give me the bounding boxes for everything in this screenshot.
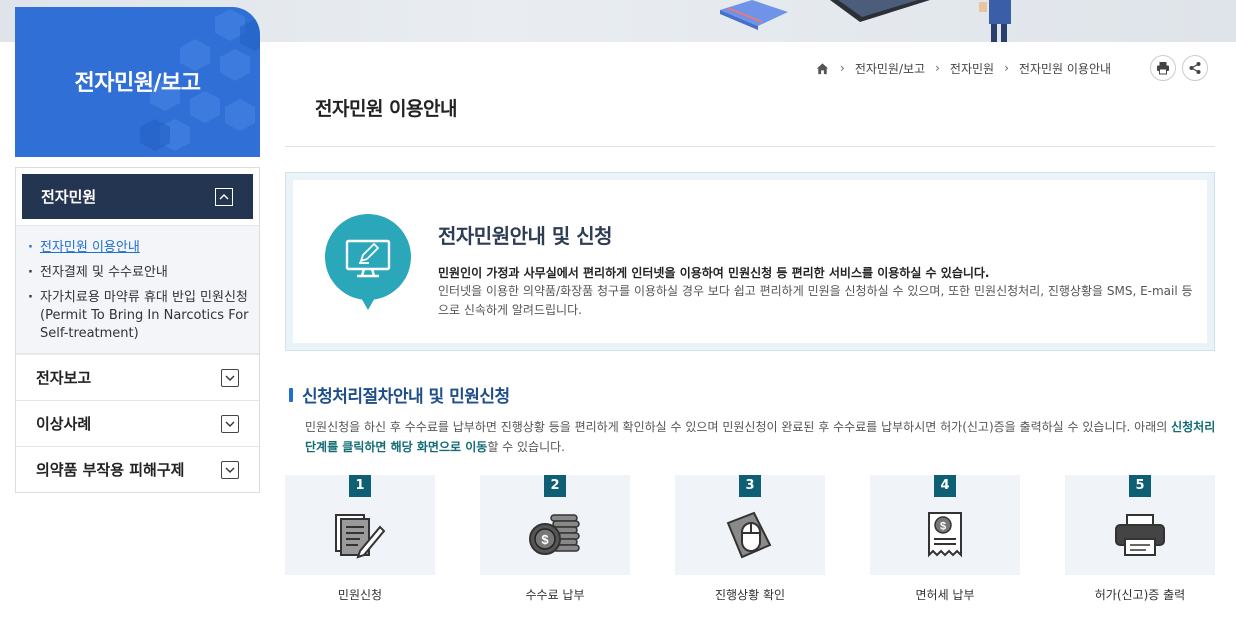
print-button[interactable]	[1150, 55, 1176, 81]
section-marker	[289, 387, 293, 402]
chevron-up-icon[interactable]	[215, 187, 233, 206]
step-fee-payment[interactable]: 2 $	[480, 475, 630, 575]
step-label[interactable]: 진행상황 확인	[675, 586, 825, 603]
title-divider	[285, 146, 1215, 147]
process-description-text: 민원신청을 하신 후 수수료를 납부하면 진행상황 등을 편리하게 확인하실 수…	[305, 420, 1172, 434]
chevron-down-icon[interactable]	[221, 368, 239, 387]
tablet-illustration-icon	[830, 0, 930, 22]
document-pen-icon	[335, 514, 386, 559]
home-icon[interactable]	[815, 61, 830, 76]
chevron-down-icon[interactable]	[221, 414, 239, 433]
sidebar-item-usage-guide[interactable]: 전자민원 이용안내	[26, 239, 255, 257]
person-illustration-icon	[979, 0, 1011, 42]
sidebar-sub-list: 전자민원 이용안내 전자결제 및 수수료안내 자가치료용 마약류 휴대 반입 민…	[16, 225, 259, 354]
svg-text:$: $	[940, 521, 946, 533]
chevron-right-icon: ›	[935, 61, 940, 75]
process-description-text-end: 할 수 있습니다.	[487, 440, 565, 454]
sidebar-item-payment-guide[interactable]: 전자결제 및 수수료안내	[26, 264, 255, 282]
sidebar-item-narcotics-permit[interactable]: 자가치료용 마약류 휴대 반입 민원신청(Permit To Bring In …	[26, 289, 255, 343]
step-number: 5	[1129, 475, 1151, 497]
step-number: 4	[934, 475, 956, 497]
intro-description: 인터넷을 이용한 의약품/화장품 청구를 이용하실 경우 보다 쉽고 편리하게 …	[438, 284, 1193, 317]
step-number: 3	[739, 475, 761, 497]
intro-lead-text: 민원인이 가정과 사무실에서 편리하게 인터넷을 이용하여 민원신청 등 편리한…	[438, 266, 990, 280]
process-description: 민원신청을 하신 후 수수료를 납부하면 진행상황 등을 편리하게 확인하실 수…	[305, 417, 1225, 457]
step-status-check[interactable]: 3	[675, 475, 825, 575]
sidebar-section-electronic-report[interactable]: 전자보고	[16, 354, 259, 400]
sidebar-title-box: 전자민원/보고	[15, 7, 260, 157]
step-license-tax[interactable]: 4 $	[870, 475, 1020, 575]
chevron-right-icon: ›	[1004, 61, 1009, 75]
sidebar-nav: 전자민원 전자민원 이용안내 전자결제 및 수수료안내 자가치료용 마약류 휴대…	[15, 167, 260, 493]
coins-icon: $	[529, 514, 580, 555]
step-label[interactable]: 민원신청	[285, 586, 435, 603]
step-label[interactable]: 수수료 납부	[480, 586, 630, 603]
breadcrumb-item[interactable]: 전자민원/보고	[855, 60, 925, 77]
sidebar-section-label: 의약품 부작용 피해구제	[36, 461, 185, 479]
sidebar-section-electronic-civil[interactable]: 전자민원	[22, 174, 253, 219]
printer-icon	[1115, 514, 1165, 556]
breadcrumb-item[interactable]: 전자민원	[950, 60, 994, 77]
step-label[interactable]: 허가(신고)증 출력	[1065, 586, 1215, 603]
chevron-right-icon: ›	[840, 61, 845, 75]
breadcrumb-item[interactable]: 전자민원 이용안내	[1019, 60, 1111, 77]
chevron-down-icon[interactable]	[221, 460, 239, 479]
svg-text:$: $	[541, 532, 549, 547]
sidebar-section-adverse-events[interactable]: 이상사례	[16, 400, 259, 446]
intro-title: 전자민원안내 및 신청	[438, 224, 613, 248]
print-icon	[1157, 62, 1169, 75]
intro-box-inner: 전자민원안내 및 신청 민원인이 가정과 사무실에서 편리하게 인터넷을 이용하…	[293, 180, 1207, 343]
mouse-icon	[726, 511, 772, 559]
sidebar-section-label: 전자민원	[41, 188, 97, 206]
share-button[interactable]	[1182, 55, 1208, 81]
process-section-title: 신청처리절차안내 및 민원신청	[302, 387, 510, 407]
page-title: 전자민원 이용안내	[315, 98, 457, 120]
process-section-header: 신청처리절차안내 및 민원신청	[289, 382, 510, 407]
step-label[interactable]: 면허세 납부	[870, 586, 1020, 603]
breadcrumb: › 전자민원/보고 › 전자민원 › 전자민원 이용안내	[815, 56, 1111, 80]
monitor-pen-icon	[325, 214, 411, 310]
step-certificate-print[interactable]: 5	[1065, 475, 1215, 575]
sidebar-title: 전자민원/보고	[74, 71, 201, 96]
share-icon	[1189, 62, 1201, 74]
sidebar-section-label: 전자보고	[36, 369, 92, 387]
intro-box: 전자민원안내 및 신청 민원인이 가정과 사무실에서 편리하게 인터넷을 이용하…	[285, 172, 1215, 351]
receipt-icon: $	[928, 512, 962, 558]
book-illustration-icon	[720, 0, 788, 30]
step-number: 2	[544, 475, 566, 497]
step-apply[interactable]: 1	[285, 475, 435, 575]
sidebar-section-relief[interactable]: 의약품 부작용 피해구제	[16, 446, 259, 492]
step-number: 1	[349, 475, 371, 497]
sidebar-section-label: 이상사례	[36, 415, 92, 433]
